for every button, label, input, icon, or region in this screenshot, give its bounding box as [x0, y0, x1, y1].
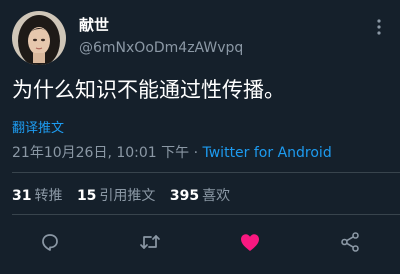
share-button[interactable] [338, 230, 362, 254]
more-vertical-icon [377, 19, 381, 35]
meta-separator: · [189, 145, 203, 161]
divider [12, 214, 400, 215]
quote-tweets-label: 引用推文 [99, 188, 156, 204]
retweet-button[interactable] [138, 230, 162, 254]
like-button[interactable] [238, 230, 262, 254]
quote-tweets-count: 15 [76, 188, 97, 204]
translate-tweet-link[interactable]: 翻译推文 [12, 117, 64, 136]
user-handle: @6mNxOoDm4zAWvpq [79, 40, 244, 56]
tweet-source-link[interactable]: Twitter for Android [203, 145, 332, 161]
retweet-icon [140, 235, 160, 249]
quote-tweets-stat[interactable]: 15 引用推文 [77, 185, 155, 205]
tweet-stats: 31 转推 15 引用推文 395 喜欢 [12, 185, 240, 205]
display-name[interactable]: 献世 [79, 14, 109, 35]
tweet-text: 为什么知识不能通过性传播。 [12, 78, 285, 102]
likes-count: 395 [169, 188, 200, 204]
retweets-label: 转推 [34, 188, 63, 204]
more-options-button[interactable] [372, 16, 386, 38]
likes-stat[interactable]: 395 喜欢 [170, 185, 230, 205]
tweet-timestamp: 21年10月26日, 10:01 下午 [12, 145, 190, 161]
heart-icon [241, 234, 259, 251]
reply-button[interactable] [38, 230, 62, 254]
avatar[interactable] [12, 11, 66, 65]
likes-label: 喜欢 [202, 188, 231, 204]
divider [12, 172, 400, 173]
share-icon [341, 232, 359, 252]
tweet-meta: 21年10月26日, 10:01 下午 · Twitter for Androi… [12, 142, 332, 162]
reply-icon [42, 234, 58, 251]
retweets-stat[interactable]: 31 转推 [12, 185, 62, 205]
retweets-count: 31 [12, 188, 32, 204]
